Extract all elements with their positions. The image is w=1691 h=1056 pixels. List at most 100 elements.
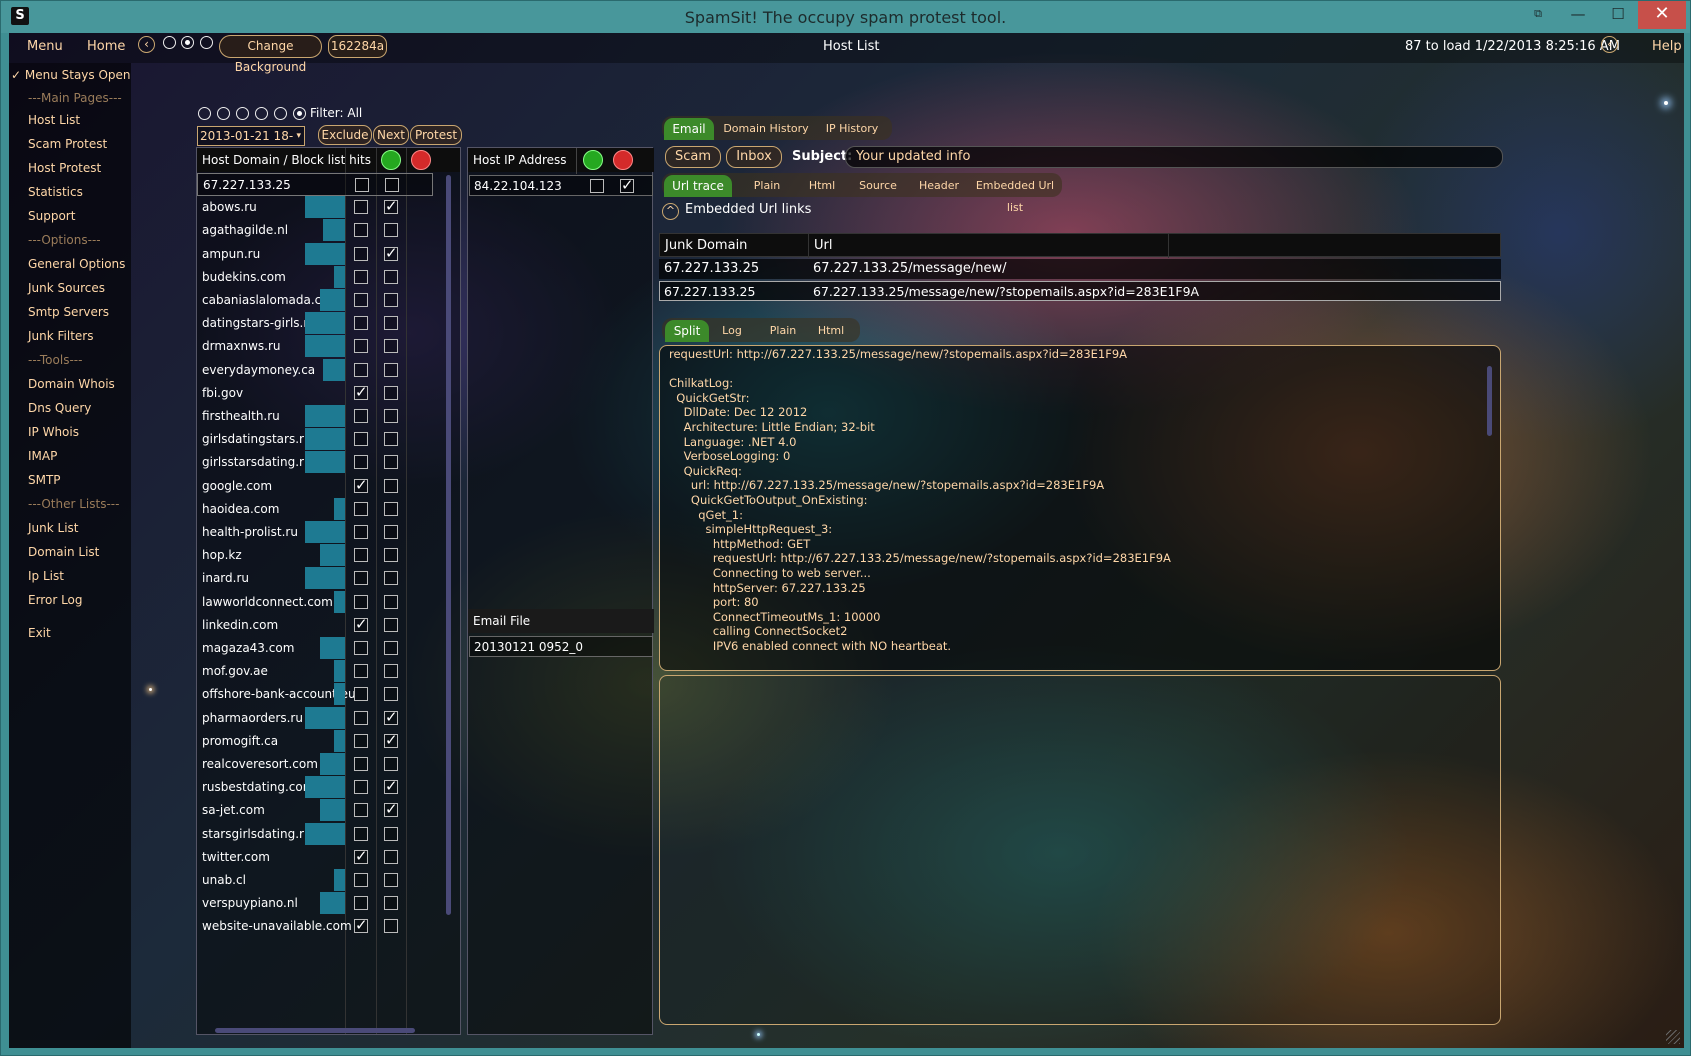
host-row[interactable]: realcoveresort.com bbox=[197, 753, 433, 776]
sidebar-item-junk-sources[interactable]: Junk Sources bbox=[28, 281, 105, 295]
maximize-button[interactable]: ☐ bbox=[1598, 1, 1638, 29]
host-whitelist-checkbox[interactable] bbox=[354, 383, 368, 401]
ip-row[interactable]: 84.22.104.123 bbox=[469, 175, 653, 196]
tab-embedded-url-list[interactable]: Embedded Url list bbox=[969, 175, 1061, 214]
host-whitelist-checkbox[interactable] bbox=[354, 455, 368, 470]
tab-domain-history[interactable]: Domain History bbox=[721, 118, 811, 140]
back-icon[interactable]: ‹ bbox=[138, 36, 155, 53]
host-whitelist-checkbox[interactable] bbox=[354, 269, 368, 284]
menu-button[interactable]: Menu bbox=[27, 39, 63, 54]
sidebar-item-ip-list[interactable]: Ip List bbox=[28, 569, 64, 583]
host-row[interactable]: ampun.ru bbox=[197, 242, 433, 266]
scam-button[interactable]: Scam bbox=[665, 146, 721, 168]
host-row[interactable]: magaza43.com bbox=[197, 637, 433, 660]
host-blacklist-checkbox[interactable] bbox=[384, 316, 398, 331]
host-row[interactable]: drmaxnws.ru bbox=[197, 335, 433, 358]
host-whitelist-checkbox[interactable] bbox=[354, 200, 368, 215]
date-select[interactable]: 2013-01-21 18-14 ▾ bbox=[197, 126, 305, 161]
host-row[interactable]: haoidea.com bbox=[197, 497, 433, 521]
host-blacklist-checkbox[interactable] bbox=[384, 687, 398, 702]
menu-stays-open-toggle[interactable]: ✓ Menu Stays Open bbox=[11, 68, 131, 82]
host-row[interactable]: everydaymoney.ca bbox=[197, 358, 433, 382]
sidebar-item-general-options[interactable]: General Options bbox=[28, 257, 125, 271]
host-row[interactable]: sa-jet.com bbox=[197, 799, 433, 822]
filter-option-2[interactable] bbox=[217, 107, 230, 120]
ip-whitelist-checkbox[interactable] bbox=[590, 179, 604, 193]
log-scrollbar[interactable] bbox=[1487, 366, 1492, 436]
host-blacklist-checkbox[interactable] bbox=[384, 409, 398, 423]
host-whitelist-checkbox[interactable] bbox=[355, 178, 369, 192]
host-row[interactable]: firsthealth.ru bbox=[197, 405, 433, 428]
protest-button[interactable]: Protest bbox=[410, 125, 462, 145]
tab-header[interactable]: Header bbox=[909, 175, 969, 197]
collapse-embedded-icon[interactable]: ^ bbox=[662, 203, 679, 220]
host-blacklist-checkbox[interactable] bbox=[384, 362, 398, 377]
bg-option-1[interactable] bbox=[163, 36, 176, 49]
sidebar-item-statistics[interactable]: Statistics bbox=[28, 185, 83, 199]
host-whitelist-checkbox[interactable] bbox=[354, 710, 368, 725]
host-row[interactable]: linkedin.com bbox=[197, 614, 433, 637]
host-whitelist-checkbox[interactable] bbox=[354, 362, 368, 377]
host-blacklist-checkbox[interactable] bbox=[384, 501, 398, 516]
host-blacklist-checkbox[interactable] bbox=[384, 197, 398, 215]
sidebar-item-junk-filters[interactable]: Junk Filters bbox=[28, 329, 93, 343]
host-blacklist-checkbox[interactable] bbox=[384, 478, 398, 493]
host-blacklist-checkbox[interactable] bbox=[384, 571, 398, 586]
host-row[interactable]: hop.kz bbox=[197, 544, 433, 567]
subject-field[interactable]: Your updated info bbox=[845, 146, 1503, 168]
sidebar-item-error-log[interactable]: Error Log bbox=[28, 593, 83, 607]
host-whitelist-checkbox[interactable] bbox=[354, 826, 368, 841]
filter-option-4[interactable] bbox=[255, 107, 268, 120]
host-blacklist-checkbox[interactable] bbox=[384, 385, 398, 400]
whitelist-ip-icon[interactable] bbox=[583, 150, 603, 170]
host-whitelist-checkbox[interactable] bbox=[354, 316, 368, 331]
host-whitelist-checkbox[interactable] bbox=[354, 687, 368, 702]
host-blacklist-checkbox[interactable] bbox=[384, 708, 398, 726]
resize-grip-icon[interactable] bbox=[1666, 1030, 1680, 1044]
sidebar-item-smtp[interactable]: SMTP bbox=[28, 473, 61, 487]
host-whitelist-checkbox[interactable] bbox=[354, 873, 368, 887]
sidebar-item-support[interactable]: Support bbox=[28, 209, 75, 223]
host-whitelist-checkbox[interactable] bbox=[354, 476, 368, 494]
host-row[interactable]: rusbestdating.com bbox=[197, 776, 433, 799]
host-whitelist-checkbox[interactable] bbox=[354, 803, 368, 818]
filter-option-5[interactable] bbox=[274, 107, 287, 120]
url-table-row[interactable]: 67.227.133.25 67.227.133.25/message/new/ bbox=[659, 259, 1501, 279]
host-blacklist-checkbox[interactable] bbox=[384, 339, 398, 354]
host-whitelist-checkbox[interactable] bbox=[354, 339, 368, 354]
bg-option-3[interactable] bbox=[200, 36, 213, 49]
host-whitelist-checkbox[interactable] bbox=[354, 594, 368, 609]
host-blacklist-checkbox[interactable] bbox=[384, 800, 398, 818]
sidebar-item-dns-query[interactable]: Dns Query bbox=[28, 401, 91, 415]
host-row[interactable]: inard.ru bbox=[197, 567, 433, 590]
host-blacklist-checkbox[interactable] bbox=[384, 525, 398, 539]
host-list-hscrollbar[interactable] bbox=[215, 1028, 415, 1033]
host-whitelist-checkbox[interactable] bbox=[354, 571, 368, 586]
host-blacklist-checkbox[interactable] bbox=[384, 826, 398, 841]
filter-option-3[interactable] bbox=[236, 107, 249, 120]
close-button[interactable]: ✕ bbox=[1638, 1, 1686, 29]
restore-icon[interactable]: ⧉ bbox=[1518, 1, 1558, 29]
filter-option-1[interactable] bbox=[198, 107, 211, 120]
host-blacklist-checkbox[interactable] bbox=[384, 455, 398, 470]
host-row[interactable]: unab.cl bbox=[197, 869, 433, 892]
host-blacklist-checkbox[interactable] bbox=[385, 178, 399, 192]
sidebar-item-host-list[interactable]: Host List bbox=[28, 113, 80, 127]
sidebar-item-ip-whois[interactable]: IP Whois bbox=[28, 425, 79, 439]
host-blacklist-checkbox[interactable] bbox=[384, 664, 398, 679]
url-table-row-selected[interactable]: 67.227.133.25 67.227.133.25/message/new/… bbox=[659, 281, 1501, 301]
color-code-field[interactable]: 162284a bbox=[328, 35, 387, 58]
host-blacklist-checkbox[interactable] bbox=[384, 641, 398, 655]
sidebar-item-imap[interactable]: IMAP bbox=[28, 449, 57, 463]
host-blacklist-checkbox[interactable] bbox=[384, 849, 398, 864]
sidebar-item-smtp-servers[interactable]: Smtp Servers bbox=[28, 305, 109, 319]
host-row[interactable]: twitter.com bbox=[197, 846, 433, 869]
tab-log-html[interactable]: Html bbox=[809, 320, 853, 342]
host-blacklist-checkbox[interactable] bbox=[384, 617, 398, 632]
host-row[interactable]: girlsstarsdating.ru bbox=[197, 451, 433, 474]
host-row[interactable]: pharmaorders.ru bbox=[197, 706, 433, 730]
host-whitelist-checkbox[interactable] bbox=[354, 246, 368, 261]
minimize-button[interactable]: — bbox=[1558, 1, 1598, 29]
host-whitelist-checkbox[interactable] bbox=[354, 548, 368, 563]
tab-source[interactable]: Source bbox=[849, 175, 907, 197]
